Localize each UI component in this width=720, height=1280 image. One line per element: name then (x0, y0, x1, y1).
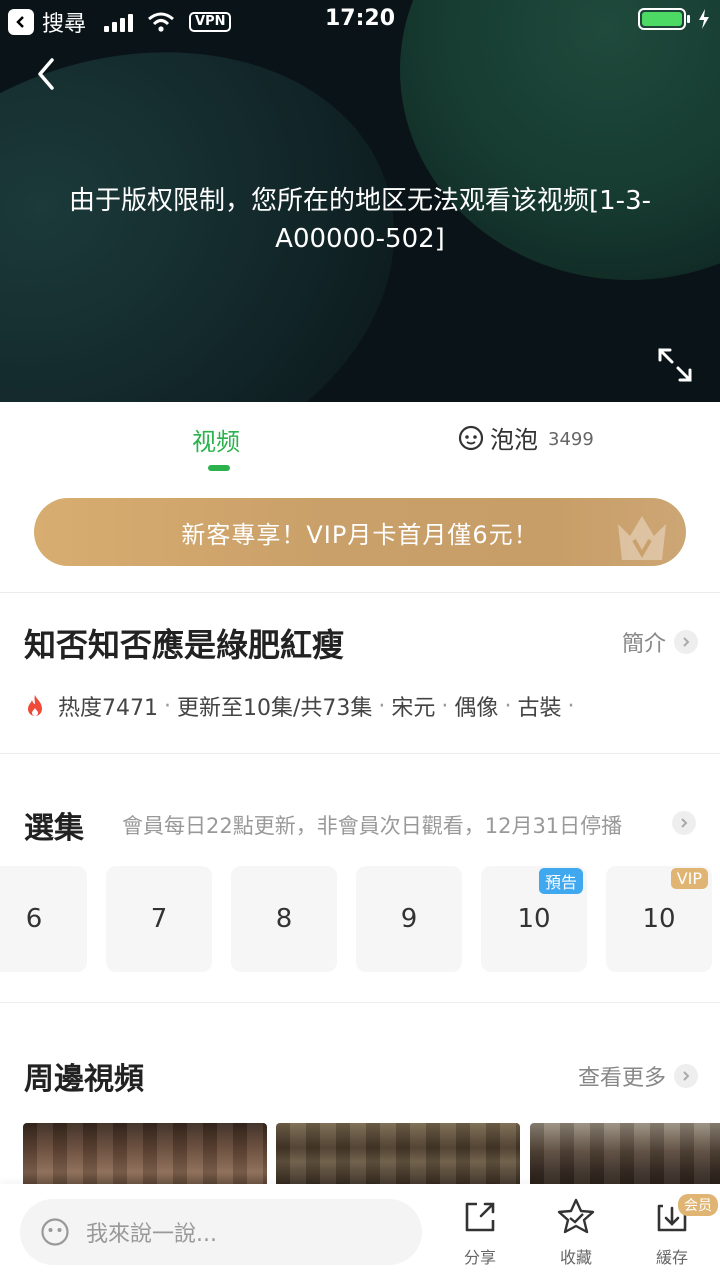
episode-number: 7 (150, 904, 168, 934)
active-tab-indicator (208, 465, 230, 471)
episode-item[interactable]: 9 (356, 866, 462, 972)
show-meta: 热度7471 · 更新至10集/共73集 · 宋元 · 偶像 · 古裝 · (24, 690, 574, 722)
vip-badge: VIP (670, 868, 708, 889)
back-arrow-icon[interactable] (30, 56, 66, 92)
meta-separator: · (378, 693, 386, 719)
episode-number: 6 (25, 904, 43, 934)
battery-icon (638, 8, 690, 30)
meta-item: 热度7471 (58, 696, 158, 721)
episodes-heading: 選集 (24, 811, 84, 846)
see-more-button[interactable]: 查看更多 (578, 1060, 698, 1092)
episode-number: 8 (275, 904, 293, 934)
share-button[interactable]: 分享 (450, 1196, 510, 1268)
cache-label: 緩存 (655, 1248, 688, 1267)
charging-icon (699, 9, 709, 29)
nearby-videos-heading: 周邊視頻 (24, 1062, 144, 1097)
episode-number: 9 (400, 904, 418, 934)
share-label: 分享 (463, 1248, 496, 1267)
member-badge: 会员 (678, 1194, 718, 1216)
tab-bubble[interactable]: 泡泡 3499 (458, 420, 594, 455)
meta-separator: · (504, 693, 512, 719)
show-title: 知否知否應是綠肥紅瘦 (24, 626, 345, 664)
crown-icon (618, 516, 666, 560)
episode-item[interactable]: 10 預告 (481, 866, 587, 972)
tab-bubble-count: 3499 (548, 429, 594, 450)
star-icon (557, 1198, 595, 1234)
meta-item: 偶像 (454, 696, 499, 721)
intro-label: 簡介 (621, 632, 666, 657)
divider (0, 753, 720, 754)
see-more-label: 查看更多 (577, 1066, 666, 1091)
episode-item[interactable]: 7 (106, 866, 212, 972)
content-tabs: 视频 泡泡 3499 (0, 402, 720, 486)
meta-item: 古裝 (517, 696, 562, 721)
preview-badge: 預告 (538, 868, 583, 894)
favorite-button[interactable]: 收藏 (546, 1196, 606, 1268)
episode-item[interactable]: 10 VIP (606, 866, 712, 972)
meta-item: 宋元 (391, 696, 436, 721)
playback-error-message: 由于版权限制，您所在的地区无法观看该视频[1-3-A00000-502] (69, 186, 651, 254)
status-bar: 搜尋 VPN 17:20 (0, 0, 720, 40)
meta-item: 更新至10集/共73集 (177, 696, 373, 721)
episode-number: 10 (517, 904, 551, 934)
divider (0, 592, 720, 593)
flame-icon (28, 695, 42, 716)
chevron-right-icon (674, 630, 698, 654)
fullscreen-icon[interactable] (656, 346, 694, 384)
promo-text: 新客專享！VIP月卡首月僅6元！ (181, 520, 539, 549)
episodes-schedule-note: 會員每日22點更新，非會員次日觀看，12月31日停播 (122, 814, 623, 838)
video-player[interactable]: 搜尋 VPN 17:20 由于版权限制，您所在的地区无法观看该视频[1-3-A0… (0, 0, 720, 402)
tab-bubble-label: 泡泡 (490, 426, 538, 454)
cache-button[interactable]: 緩存 会员 (642, 1194, 718, 1268)
intro-button[interactable]: 簡介 (622, 626, 698, 658)
video-thumbnail[interactable] (276, 1123, 520, 1193)
divider (0, 1002, 720, 1003)
chevron-right-icon (674, 1064, 698, 1088)
emoji-icon (41, 1218, 69, 1246)
video-thumbnail[interactable] (530, 1123, 720, 1193)
share-icon (465, 1202, 495, 1232)
episode-number: 10 (642, 904, 676, 934)
favorite-label: 收藏 (559, 1248, 592, 1267)
video-thumbnail[interactable] (23, 1123, 267, 1193)
bubble-icon (458, 425, 484, 450)
vip-promo-banner[interactable]: 新客專享！VIP月卡首月僅6元！ (34, 498, 686, 566)
clock: 17:20 (324, 6, 396, 31)
tab-video[interactable]: 视频 (192, 422, 240, 457)
episode-item[interactable]: 6 (0, 866, 87, 972)
meta-separator: · (567, 693, 575, 719)
chevron-right-icon[interactable] (672, 811, 696, 835)
episode-item[interactable]: 8 (231, 866, 337, 972)
meta-separator: · (164, 693, 171, 719)
meta-separator: · (441, 693, 449, 719)
comment-input[interactable]: 我來說一說... (20, 1199, 422, 1265)
comment-placeholder: 我來說一說... (86, 1222, 217, 1247)
episode-list: 6 7 8 9 10 預告 10 VIP (0, 866, 720, 974)
bottom-action-bar: 我來說一說... 分享 收藏 緩存 会员 (0, 1184, 720, 1280)
